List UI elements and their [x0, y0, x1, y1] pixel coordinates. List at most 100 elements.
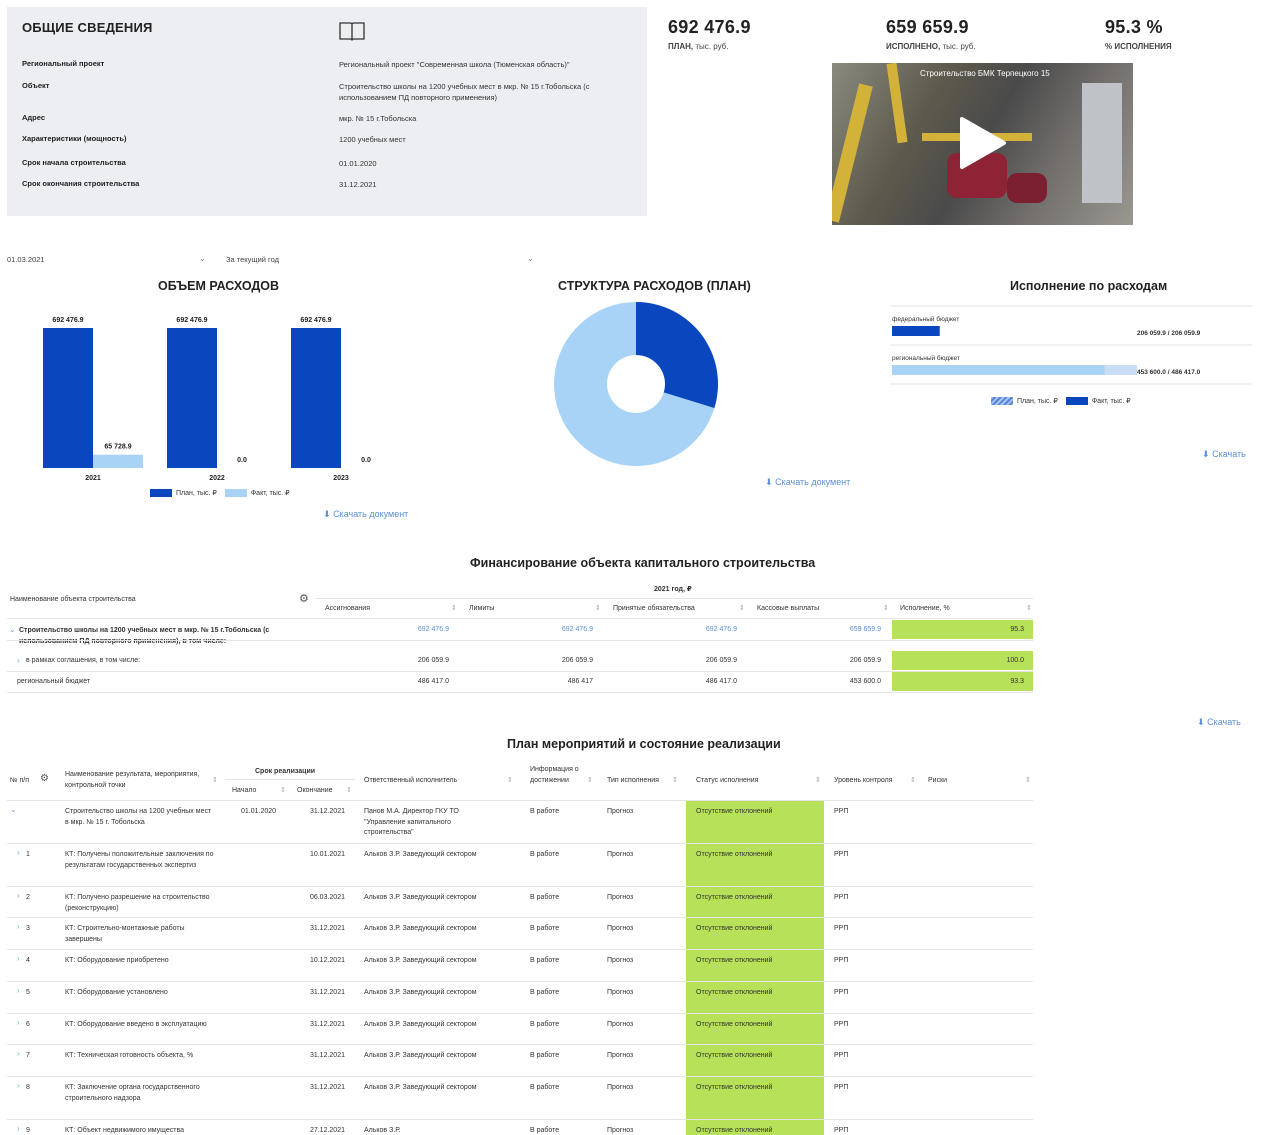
plan-row-level: РРП	[834, 989, 849, 996]
plan-header-type[interactable]: Тип исполнения	[607, 776, 659, 787]
sort-icon[interactable]: ⇕	[595, 604, 601, 612]
plan-header-responsible[interactable]: Ответственный исполнитель	[364, 776, 457, 787]
sort-icon[interactable]: ⇕	[507, 776, 513, 784]
plan-row-type: Прогноз	[607, 957, 634, 964]
fin-cell[interactable]: 659 659.9	[850, 626, 881, 633]
fin-cell[interactable]: 692 476.9	[418, 626, 449, 633]
chevron-right-icon[interactable]: ›	[17, 1081, 20, 1090]
plan-header-name[interactable]: Наименование результата, мероприятия, ко…	[65, 770, 205, 791]
sort-icon[interactable]: ⇕	[739, 604, 745, 612]
chevron-right-icon[interactable]: ›	[17, 922, 20, 931]
plan-divider	[7, 1013, 1033, 1014]
plan-row-level: РРП	[834, 1127, 849, 1134]
fin-column-header[interactable]: Исполнение, %	[900, 605, 950, 612]
structure-download-label: Скачать документ	[775, 477, 851, 487]
video-player[interactable]: Строительство БМК Терпецкого 15	[832, 63, 1133, 225]
gear-icon[interactable]: ⚙	[299, 592, 309, 605]
info-row-value: мкр. № 15 г.Тобольска	[339, 114, 417, 123]
structure-download-link[interactable]: ⬇ Скачать документ	[765, 477, 850, 488]
plan-row-name: КТ: Объект недвижимого имущества	[65, 1127, 184, 1134]
general-info-panel: ОБЩИЕ СВЕДЕНИЯ Региональный проект Регион…	[7, 7, 647, 216]
chevron-down-icon[interactable]: ⌄	[199, 254, 206, 263]
bar-fact-2021[interactable]	[93, 454, 143, 468]
plan-row-responsible: Альков З.Р. Заведующий сектором	[364, 851, 477, 858]
exec-bar-fact-regional[interactable]	[892, 365, 1105, 375]
kpi-percent-caption-bold: % ИСПОЛНЕНИЯ	[1105, 42, 1172, 51]
chevron-right-icon[interactable]: ›	[17, 1049, 20, 1058]
sort-icon[interactable]: ⇕	[451, 604, 457, 612]
chevron-right-icon[interactable]: ›	[17, 986, 20, 995]
fin-row-name: региональный бюджет	[17, 678, 91, 685]
chevron-right-icon[interactable]: ›	[17, 848, 20, 857]
sort-icon[interactable]: ⇕	[212, 776, 218, 784]
chevron-right-icon[interactable]: ›	[17, 954, 20, 963]
sort-icon[interactable]: ⇕	[910, 776, 916, 784]
sort-icon[interactable]: ⇕	[672, 776, 678, 784]
fin-cell[interactable]: 692 476.9	[562, 626, 593, 633]
bar-fact-label: 0.0	[237, 457, 247, 464]
fin-name-header: Наименование объекта строительства	[10, 596, 136, 603]
chevron-right-icon[interactable]: ›	[17, 891, 20, 900]
plan-header-level[interactable]: Уровень контроля	[834, 776, 893, 787]
exec-row-label: региональный бюджет	[892, 354, 960, 362]
fin-cell: 486 417.0	[705, 678, 737, 685]
sort-icon[interactable]: ⇕	[883, 604, 889, 612]
chevron-down-icon[interactable]: ⌄	[527, 254, 534, 263]
execution-download-link[interactable]: ⬇ Скачать	[1202, 449, 1246, 460]
gear-icon[interactable]: ⚙	[40, 773, 49, 785]
plan-divider	[7, 800, 1033, 801]
plan-row-name: КТ: Оборудование установлено	[65, 989, 168, 996]
fin-column-header[interactable]: Принятые обязательства	[613, 605, 695, 612]
sort-icon[interactable]: ⇕	[346, 786, 352, 794]
book-icon[interactable]	[338, 20, 366, 42]
fin-column-header[interactable]: Ассигнования	[325, 605, 370, 612]
bar-plan-2023[interactable]	[291, 328, 341, 468]
fin-cell: 486 417	[567, 678, 593, 685]
plan-row-start: 01.01.2020	[241, 808, 277, 815]
financing-title: Финансирование объекта капитального стро…	[470, 556, 816, 570]
execution-legend: План, тыс. ₽ Факт, тыс. ₽	[983, 397, 1131, 405]
sort-icon[interactable]: ⇕	[1025, 776, 1031, 784]
play-icon[interactable]	[954, 115, 1010, 171]
sort-icon[interactable]: ⇕	[587, 776, 593, 784]
exec-bar-fact-federal[interactable]	[892, 326, 940, 336]
financing-download-link[interactable]: ⬇ Скачать	[1197, 717, 1241, 728]
plan-row-level: РРП	[834, 957, 849, 964]
exec-value-label: 206 059.9 / 206 059.9	[1137, 330, 1201, 337]
chevron-right-icon[interactable]: ›	[17, 1124, 20, 1133]
fin-cell[interactable]: 692 476.9	[706, 626, 737, 633]
legend-plan-swatch	[991, 397, 1013, 405]
chevron-right-icon[interactable]: ›	[17, 656, 20, 665]
chevron-right-icon[interactable]: ›	[17, 1018, 20, 1027]
plan-row-responsible: Альков З.Р. Заведующий сектором	[364, 894, 477, 901]
donut-slice-federal[interactable]	[636, 302, 718, 409]
plan-row-name: КТ: Строительно-монтажные работы заверше…	[65, 925, 185, 943]
date-filter[interactable]: 01.03.2021	[7, 255, 45, 264]
download-icon: ⬇	[323, 509, 331, 519]
plan-header-end[interactable]: Окончание	[297, 786, 333, 797]
sort-icon[interactable]: ⇕	[280, 786, 286, 794]
plan-row-num: 9	[26, 1127, 30, 1134]
fin-column-header[interactable]: Лимиты	[469, 605, 494, 612]
plan-row-info: В работе	[530, 1052, 560, 1059]
sort-icon[interactable]: ⇕	[815, 776, 821, 784]
fin-column-header[interactable]: Кассовые выплаты	[757, 605, 819, 612]
plan-header-start[interactable]: Начало	[232, 786, 256, 797]
expenses-download-label: Скачать документ	[333, 509, 409, 519]
sort-icon[interactable]: ⇕	[1026, 604, 1032, 612]
kpi-executed-caption: тыс. руб.	[940, 42, 976, 51]
chevron-down-icon[interactable]: ⌄	[10, 805, 17, 814]
plan-header-risks[interactable]: Риски	[928, 776, 947, 787]
period-filter[interactable]: За текущий год	[226, 255, 279, 264]
bar-plan-2022[interactable]	[167, 328, 217, 468]
kpi-executed-value: 659 659.9	[886, 17, 969, 37]
fin-cell: 206 059.9	[561, 657, 593, 664]
plan-header-info[interactable]: Информация о достижении	[530, 765, 585, 786]
expenses-download-link[interactable]: ⬇ Скачать документ	[323, 509, 408, 520]
plan-row-end: 31.12.2021	[309, 925, 345, 932]
chevron-down-icon[interactable]: ⌄	[9, 625, 16, 634]
info-row-value: 31.12.2021	[339, 180, 377, 189]
plan-row-info: В работе	[530, 894, 560, 901]
bar-plan-2021[interactable]	[43, 328, 93, 468]
plan-header-status[interactable]: Статус исполнения	[696, 776, 758, 787]
